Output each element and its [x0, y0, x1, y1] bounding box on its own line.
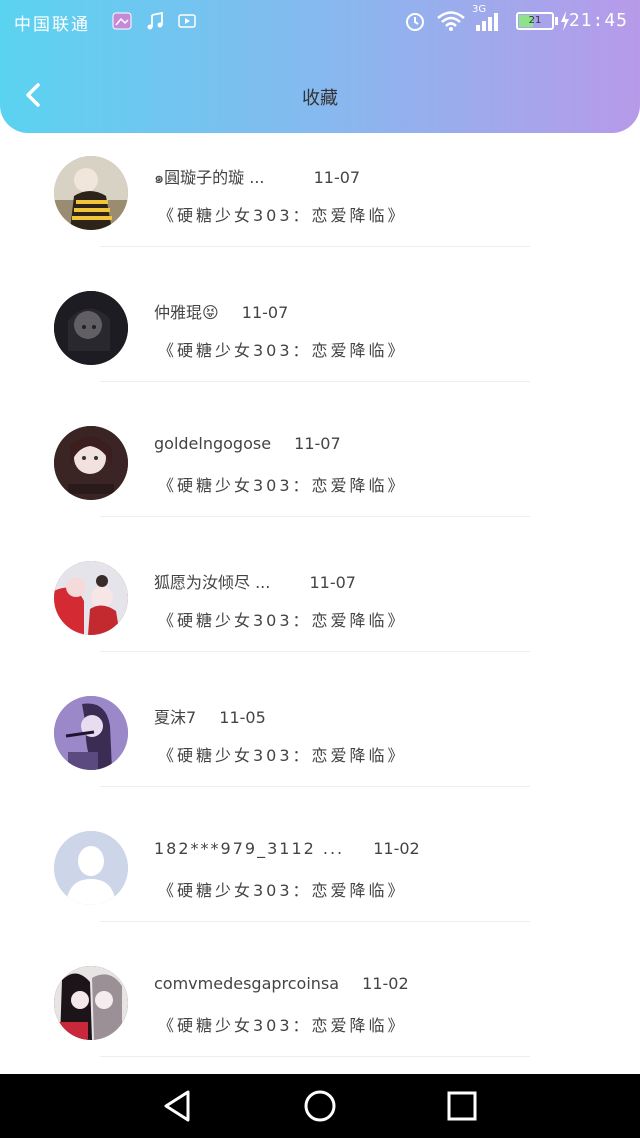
- nav-home-icon[interactable]: [302, 1088, 338, 1124]
- item-title: 《硬糖少女303：恋爱降临》: [158, 881, 407, 900]
- music-icon: [147, 12, 163, 30]
- user-name: comvmedesgaprcoinsa: [154, 974, 340, 993]
- alarm-icon: [406, 13, 424, 31]
- list-item[interactable]: goldelngogose 11-07 《硬糖少女303：恋爱降临》: [0, 420, 640, 555]
- item-header: ๑圓璇子的璇 ... 11-07: [154, 164, 360, 191]
- list-item[interactable]: 182***979_3112 ... 11-02 《硬糖少女303：恋爱降临》: [0, 825, 640, 960]
- list-item[interactable]: 狐愿为汝倾尽 ... 11-07 《硬糖少女303：恋爱降临》: [0, 555, 640, 690]
- item-header: comvmedesgaprcoinsa 11-02: [154, 974, 409, 993]
- video-icon: [178, 14, 196, 28]
- divider: [100, 381, 530, 382]
- user-name: ๑圓璇子的璇 ...: [154, 168, 265, 187]
- favorite-date: 11-07: [241, 303, 289, 322]
- signal-icon: [476, 13, 498, 31]
- system-nav-bar: [0, 1074, 640, 1138]
- favorite-date: 11-02: [362, 974, 409, 993]
- item-header: 仲雅琨😝 11-07: [154, 299, 288, 323]
- divider: [100, 516, 530, 517]
- battery-icon: 21: [516, 12, 554, 30]
- clock: 21:45: [568, 10, 628, 31]
- user-name: 仲雅琨😝: [154, 303, 219, 322]
- user-avatar[interactable]: [54, 156, 128, 230]
- user-avatar[interactable]: [54, 966, 128, 1040]
- list-item[interactable]: comvmedesgaprcoinsa 11-02 《硬糖少女303：恋爱降临》: [0, 960, 640, 1074]
- favorite-date: 11-05: [219, 708, 266, 727]
- list-item[interactable]: 夏沫7 11-05 《硬糖少女303：恋爱降临》: [0, 690, 640, 825]
- battery-cap: [555, 17, 558, 25]
- user-avatar[interactable]: [54, 561, 128, 635]
- user-name: 夏沫7: [154, 708, 197, 727]
- item-header: 夏沫7 11-05: [154, 704, 266, 728]
- gallery-icon: [112, 12, 132, 30]
- list-item[interactable]: ๑圓璇子的璇 ... 11-07 《硬糖少女303：恋爱降临》: [0, 150, 640, 285]
- favorite-date: 11-07: [309, 573, 356, 592]
- page-title: 收藏: [302, 88, 338, 109]
- user-avatar[interactable]: [54, 426, 128, 500]
- item-title: 《硬糖少女303：恋爱降临》: [158, 341, 407, 360]
- nav-back-icon[interactable]: [160, 1088, 196, 1124]
- divider: [100, 921, 530, 922]
- item-header: goldelngogose 11-07: [154, 434, 341, 453]
- item-title: 《硬糖少女303：恋爱降临》: [158, 611, 407, 630]
- item-title: 《硬糖少女303：恋爱降临》: [158, 206, 407, 225]
- item-title: 《硬糖少女303：恋爱降临》: [158, 746, 407, 765]
- user-name: 狐愿为汝倾尽 ...: [154, 573, 271, 592]
- item-title: 《硬糖少女303：恋爱降临》: [158, 1016, 407, 1035]
- favorite-date: 11-07: [294, 434, 341, 453]
- item-title: 《硬糖少女303：恋爱降临》: [158, 476, 407, 495]
- divider: [100, 651, 530, 652]
- app-header: 中国联通 3G 21 21:45 收藏: [0, 0, 640, 133]
- user-avatar[interactable]: [54, 291, 128, 365]
- item-header: 182***979_3112 ... 11-02: [154, 839, 420, 858]
- favorites-list: ๑圓璇子的璇 ... 11-07 《硬糖少女303：恋爱降临》 仲雅琨😝 11-…: [0, 150, 640, 1074]
- favorite-date: 11-02: [373, 839, 420, 858]
- status-bar: 中国联通 3G 21 21:45: [0, 0, 640, 44]
- list-item[interactable]: 仲雅琨😝 11-07 《硬糖少女303：恋爱降临》: [0, 285, 640, 420]
- divider: [100, 786, 530, 787]
- divider: [100, 1056, 530, 1057]
- favorite-date: 11-07: [313, 168, 361, 187]
- wifi-icon: [437, 11, 465, 31]
- user-avatar[interactable]: [54, 696, 128, 770]
- carrier-label: 中国联通: [14, 15, 90, 35]
- divider: [100, 246, 530, 247]
- nav-recents-icon[interactable]: [444, 1088, 480, 1124]
- item-header: 狐愿为汝倾尽 ... 11-07: [154, 569, 356, 593]
- user-name: goldelngogose: [154, 434, 272, 453]
- user-name: 182***979_3112 ...: [154, 839, 345, 858]
- default-avatar-icon[interactable]: [54, 831, 128, 905]
